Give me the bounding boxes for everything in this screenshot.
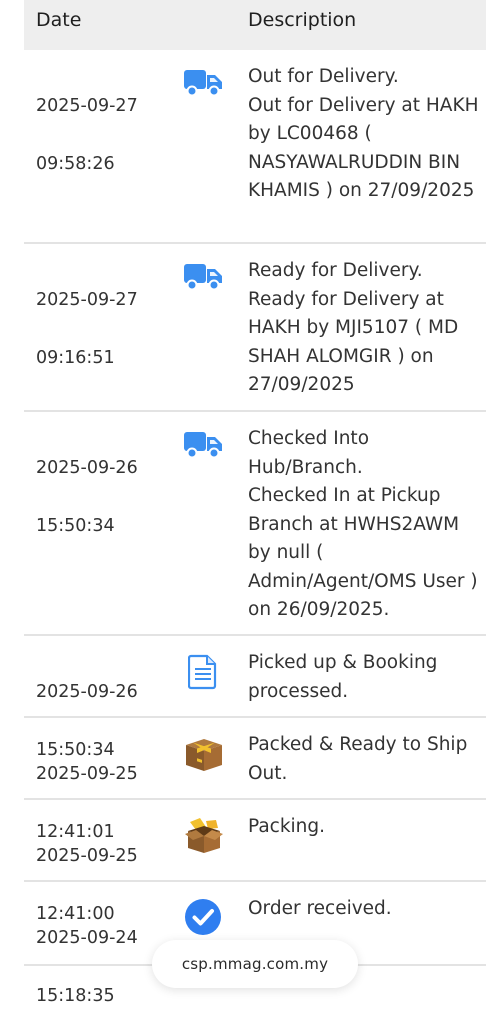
table-row: 2025-09-27 09:58:26 Out for Delivery. Ou… [24,50,486,244]
table-row: 2025-09-27 09:16:51 Ready for Delivery. … [24,244,486,412]
row-time: 09:58:26 [36,154,115,174]
table-row: 2025-09-25 12:41:01 Packed & Ready to Sh… [24,718,486,842]
row-detail: Out for Delivery at HAKH by LC00468 ( NA… [248,94,479,202]
row-date: 2025-09-25 [36,846,138,866]
row-datetime: 2025-09-24 15:18:35 [24,895,172,1006]
row-detail: Ready for Delivery at HAKH by MJI5107 ( … [248,288,459,396]
row-detail: Checked In at Pickup Branch at HWHS2AWM … [248,485,478,620]
row-date: 2025-09-25 [36,764,138,784]
date-column-header: Date [36,9,82,31]
row-datetime: 2025-09-27 09:58:26 [24,63,172,242]
row-date: 2025-09-27 [36,290,138,310]
row-title: Packing. [248,816,326,837]
table-header: Date Description [24,0,486,50]
row-time: 09:16:51 [36,348,115,368]
row-datetime: 2025-09-25 12:41:01 [24,731,172,842]
row-datetime: 2025-09-25 12:41:00 [24,813,172,924]
row-date: 2025-09-26 [36,458,138,478]
row-title: Out for Delivery. [248,66,399,87]
row-title: Order received. [248,898,392,919]
row-time: 15:18:35 [36,986,115,1006]
browser-url-bar[interactable]: csp.mmag.com.my [152,940,358,988]
row-date: 2025-09-26 [36,682,138,702]
table-row: 2025-09-25 12:41:00 Packing. [24,800,486,924]
closed-box-icon [184,736,224,772]
row-datetime: 2025-09-27 09:16:51 [24,257,172,410]
truck-icon [184,262,224,298]
open-box-icon [184,818,224,854]
truck-icon [184,68,224,104]
description-column-header: Description [248,9,357,31]
row-date: 2025-09-27 [36,96,138,116]
truck-icon [184,430,224,466]
row-title: Checked Into Hub/Branch. [248,428,370,478]
table-row: 2025-09-26 15:50:34 Checked Into Hub/Bra… [24,412,486,636]
row-date: 2025-09-24 [36,928,138,948]
row-title: Packed & Ready to Ship Out. [248,734,468,784]
row-time: 15:50:34 [36,516,115,536]
url-text: csp.mmag.com.my [181,955,329,973]
document-icon [187,654,228,690]
row-datetime: 2025-09-26 15:50:34 [24,425,172,634]
tracking-table: Date Description 2025-09-27 09:58:26 Out… [24,0,486,1006]
row-datetime: 2025-09-26 15:50:34 [24,649,172,760]
row-title: Picked up & Booking processed. [248,652,438,702]
check-circle-icon [184,898,224,935]
row-title: Ready for Delivery. [248,260,423,281]
table-row: 2025-09-26 15:50:34 Picked up & Booking … [24,636,486,760]
